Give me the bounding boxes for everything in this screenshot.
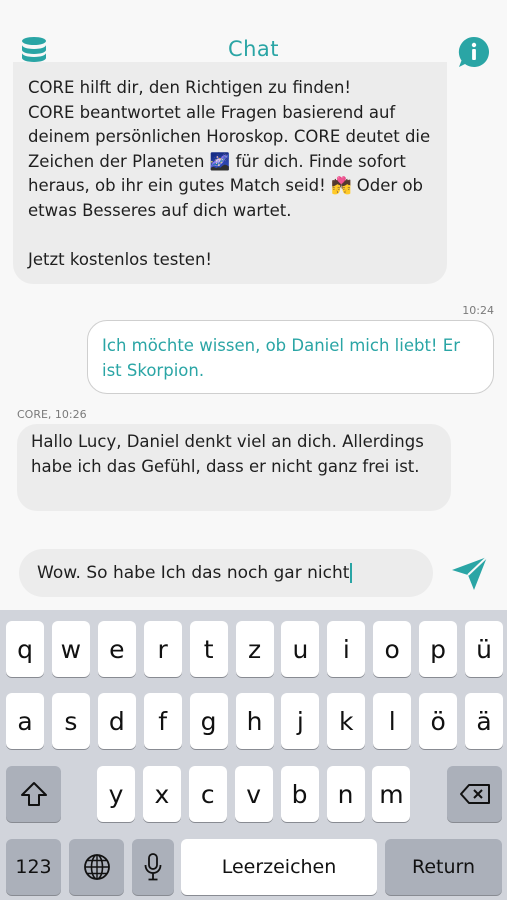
key-y[interactable]: y bbox=[97, 766, 135, 822]
key-v[interactable]: v bbox=[234, 766, 273, 822]
key-q[interactable]: q bbox=[6, 621, 44, 677]
message-text: Ich möchte wissen, ob Daniel mich liebt!… bbox=[102, 336, 460, 380]
user-message: Ich möchte wissen, ob Daniel mich liebt!… bbox=[87, 320, 494, 394]
key-x[interactable]: x bbox=[142, 766, 181, 822]
backspace-icon bbox=[459, 784, 490, 804]
page-title: Chat bbox=[227, 37, 280, 61]
key-o[interactable]: o bbox=[373, 621, 412, 677]
key-b[interactable]: b bbox=[280, 766, 319, 822]
send-icon[interactable] bbox=[451, 556, 489, 592]
globe-key[interactable] bbox=[69, 839, 124, 895]
key-f[interactable]: f bbox=[143, 693, 182, 749]
key-ä[interactable]: ä bbox=[465, 693, 503, 749]
info-icon[interactable] bbox=[458, 36, 490, 68]
bot-message-intro: CORE hilft dir, den Richtigen zu finden!… bbox=[13, 62, 447, 284]
globe-icon bbox=[83, 854, 110, 880]
text-caret bbox=[350, 563, 353, 583]
key-d[interactable]: d bbox=[97, 693, 136, 749]
key-j[interactable]: j bbox=[281, 693, 320, 749]
key-k[interactable]: k bbox=[327, 693, 366, 749]
key-p[interactable]: p bbox=[419, 621, 458, 677]
microphone-key[interactable] bbox=[132, 839, 174, 895]
message-text: CORE hilft dir, den Richtigen zu finden!… bbox=[28, 78, 431, 269]
key-a[interactable]: a bbox=[6, 693, 44, 749]
key-l[interactable]: l bbox=[373, 693, 412, 749]
message-timestamp: 10:24 bbox=[462, 304, 494, 317]
shift-key[interactable] bbox=[6, 766, 61, 822]
numbers-key[interactable]: 123 bbox=[6, 839, 61, 895]
key-t[interactable]: t bbox=[189, 621, 228, 677]
space-key[interactable]: Leerzeichen bbox=[181, 839, 377, 895]
bot-message-reply: Hallo Lucy, Daniel denkt viel an dich. A… bbox=[17, 424, 451, 511]
key-n[interactable]: n bbox=[326, 766, 365, 822]
message-input[interactable]: Wow. So habe Ich das noch gar nicht bbox=[19, 549, 433, 597]
backspace-key[interactable] bbox=[447, 766, 502, 822]
return-key[interactable]: Return bbox=[385, 839, 502, 895]
keyboard: qwertzuiopü asdfghjklöä yxcvbnm 123 Leer… bbox=[0, 610, 507, 900]
key-e[interactable]: e bbox=[97, 621, 136, 677]
key-i[interactable]: i bbox=[327, 621, 366, 677]
key-h[interactable]: h bbox=[235, 693, 274, 749]
key-ü[interactable]: ü bbox=[465, 621, 503, 677]
message-input-text: Wow. So habe Ich das noch gar nicht bbox=[37, 563, 350, 583]
key-ö[interactable]: ö bbox=[419, 693, 458, 749]
shift-icon bbox=[20, 782, 47, 806]
key-w[interactable]: w bbox=[51, 621, 90, 677]
message-text: Hallo Lucy, Daniel denkt viel an dich. A… bbox=[31, 432, 424, 476]
key-r[interactable]: r bbox=[143, 621, 182, 677]
key-u[interactable]: u bbox=[281, 621, 320, 677]
key-z[interactable]: z bbox=[235, 621, 274, 677]
key-c[interactable]: c bbox=[188, 766, 227, 822]
key-g[interactable]: g bbox=[189, 693, 228, 749]
microphone-icon bbox=[144, 853, 162, 881]
key-m[interactable]: m bbox=[372, 766, 411, 822]
message-sender-time: CORE, 10:26 bbox=[17, 408, 87, 421]
key-s[interactable]: s bbox=[51, 693, 90, 749]
